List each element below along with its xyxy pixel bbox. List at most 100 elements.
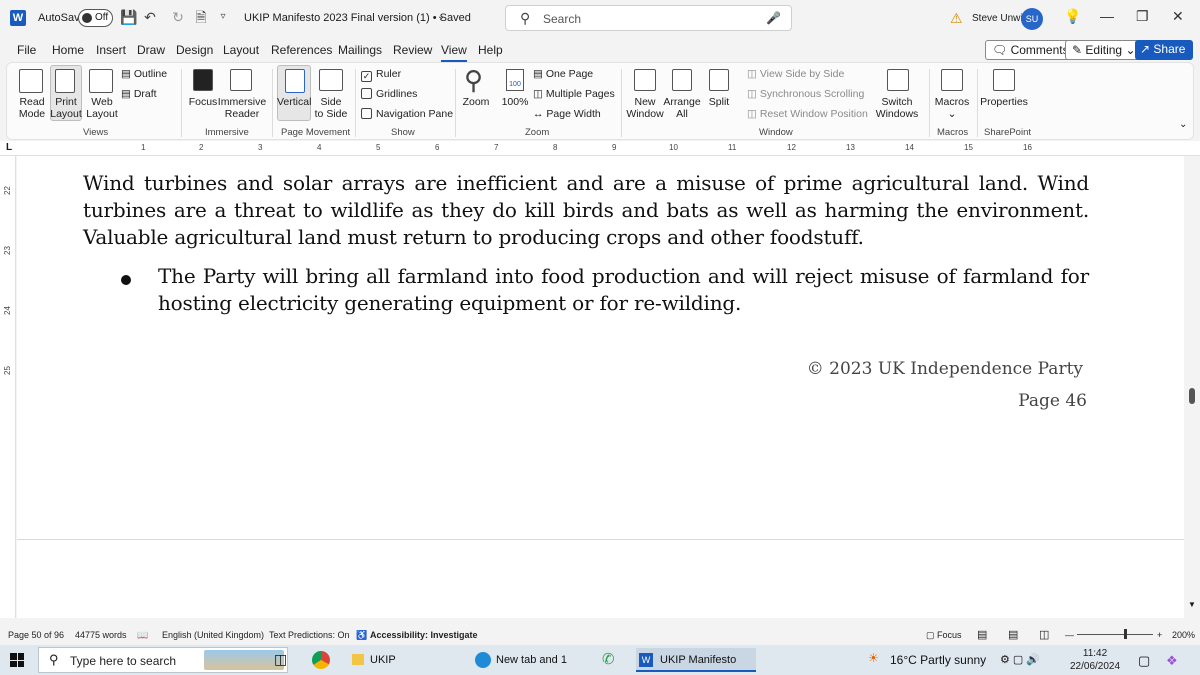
ruler-number: 2 <box>199 143 204 152</box>
clock[interactable]: 11:42 22/06/2024 <box>1070 647 1120 673</box>
notifications-icon[interactable]: ▢ <box>1138 653 1150 669</box>
vertical-scrollbar[interactable]: ▼ <box>1184 156 1200 618</box>
avatar[interactable]: SU <box>1021 8 1043 30</box>
customize-toolbar-icon[interactable]: ▿ <box>215 9 231 25</box>
ruler-checkbox[interactable]: ✓ Ruler <box>361 68 401 82</box>
switch-windows-button[interactable]: Switch Windows <box>869 96 925 120</box>
collapse-ribbon-icon[interactable]: ⌄ <box>1179 119 1187 130</box>
tab-layout[interactable]: Layout <box>223 43 259 57</box>
multiple-pages-button[interactable]: ◫ Multiple Pages <box>533 88 615 100</box>
gridlines-checkbox[interactable]: Gridlines <box>361 88 417 100</box>
chrome-icon[interactable] <box>312 651 330 669</box>
autosave-toggle[interactable]: Off <box>78 9 113 27</box>
tab-draw[interactable]: Draw <box>137 43 165 57</box>
switch-windows-label-2: Windows <box>875 108 919 120</box>
navigation-pane-checkbox[interactable]: Navigation Pane <box>361 108 453 120</box>
scroll-down-icon[interactable]: ▼ <box>1188 600 1196 609</box>
arrange-all-button[interactable]: Arrange All <box>662 96 702 120</box>
whatsapp-icon[interactable]: ✆ <box>602 650 615 668</box>
zoom-slider-thumb[interactable] <box>1124 629 1127 639</box>
microphone-icon[interactable]: 🎤 <box>766 11 781 25</box>
search-box[interactable]: ⚲ Search 🎤 <box>505 5 792 31</box>
taskbar-app-file-explorer[interactable]: UKIP <box>350 648 450 672</box>
chevron-down-icon[interactable]: ⌄ <box>437 11 445 22</box>
web-layout-view-icon[interactable]: ◫ <box>1039 628 1049 641</box>
print-layout-button[interactable]: Print Layout <box>49 96 83 120</box>
tab-mailings[interactable]: Mailings <box>338 43 382 57</box>
proofing-icon[interactable]: 📖 <box>137 630 148 641</box>
tab-insert[interactable]: Insert <box>96 43 126 57</box>
task-view-icon[interactable]: ◫ <box>274 651 287 668</box>
windows-start-icon[interactable] <box>10 653 24 667</box>
tab-review[interactable]: Review <box>393 43 432 57</box>
vertical-button[interactable]: Vertical <box>277 96 311 108</box>
group-views: Views <box>83 127 109 138</box>
bullet-paragraph[interactable]: The Party will bring all farmland into f… <box>158 263 1089 317</box>
restore-icon[interactable]: ❐ <box>1136 8 1149 25</box>
view-side-by-side-button[interactable]: ◫ View Side by Side <box>747 68 844 80</box>
text-predictions[interactable]: Text Predictions: On <box>269 630 350 640</box>
system-tray-icons[interactable]: ⚙ ▢ 🔊 <box>1000 653 1040 666</box>
read-mode-view-icon[interactable]: ▤ <box>977 628 987 641</box>
read-mode-button[interactable]: Read Mode <box>17 96 47 120</box>
group-macros: Macros <box>937 127 969 138</box>
close-icon[interactable]: ✕ <box>1172 8 1184 25</box>
taskbar-app-edge[interactable]: New tab and 1 mor... <box>473 648 591 672</box>
horizontal-ruler[interactable]: L 1 2 3 4 5 6 7 8 9 10 11 12 13 14 15 16 <box>0 141 1200 156</box>
body-paragraph[interactable]: Wind turbines and solar arrays are ineff… <box>83 170 1089 251</box>
scrollbar-thumb[interactable] <box>1189 388 1195 404</box>
weather-text[interactable]: 16°C Partly sunny <box>890 653 986 667</box>
vertical-ruler[interactable]: 22 23 24 25 <box>0 156 16 618</box>
zoom-in-icon[interactable]: + <box>1157 630 1162 640</box>
tab-help[interactable]: Help <box>478 43 503 57</box>
share-button[interactable]: ↗ Share <box>1135 40 1193 60</box>
checkbox-checked: ✓ <box>361 71 372 82</box>
zoom-button[interactable]: Zoom <box>459 96 493 108</box>
hundred-percent-button[interactable]: 100% <box>495 96 535 108</box>
zoom-level[interactable]: 200% <box>1172 630 1195 640</box>
draft-button[interactable]: ▤ Draft <box>121 88 157 100</box>
page-count[interactable]: Page 50 of 96 <box>8 630 64 640</box>
accessibility-status[interactable]: Accessibility: Investigate <box>370 630 478 640</box>
tab-references[interactable]: References <box>271 43 332 57</box>
zoom-out-icon[interactable]: — <box>1065 630 1074 640</box>
user-name[interactable]: Steve Unwin <box>972 13 1028 24</box>
zoom-slider[interactable] <box>1077 634 1153 635</box>
ribbon-view: Read Mode Print Layout Web Layout ▤ Outl… <box>6 62 1194 140</box>
taskbar-app-word[interactable]: W UKIP Manifesto 202... <box>636 648 756 672</box>
document-canvas[interactable]: Wind turbines and solar arrays are ineff… <box>17 156 1184 618</box>
tab-file[interactable]: File <box>17 43 36 57</box>
redo-icon[interactable]: ↻ <box>170 9 186 25</box>
minimize-icon[interactable]: — <box>1100 8 1114 24</box>
tab-home[interactable]: Home <box>52 43 84 57</box>
editing-button[interactable]: ✎ Editing ⌄ <box>1065 40 1143 60</box>
page-width-button[interactable]: ↔ Page Width <box>533 108 601 120</box>
synchronous-scrolling-button[interactable]: ◫ Synchronous Scrolling <box>747 88 864 100</box>
warning-icon[interactable]: ⚠ <box>950 10 963 27</box>
macros-button[interactable]: Macros ⌄ <box>931 96 973 120</box>
one-page-button[interactable]: ▤ One Page <box>533 68 593 80</box>
side-to-side-button[interactable]: Side to Side <box>311 96 351 120</box>
immersive-reader-button[interactable]: Immersive Reader <box>217 96 267 120</box>
properties-button[interactable]: Properties <box>979 96 1029 108</box>
web-layout-button[interactable]: Web Layout <box>85 96 119 120</box>
comments-button[interactable]: 🗨 Comments <box>985 40 1076 60</box>
language[interactable]: English (United Kingdom) <box>162 630 264 640</box>
reset-window-position-button[interactable]: ◫ Reset Window Position <box>747 108 868 120</box>
print-preview-icon[interactable]: 🗎 <box>193 9 209 25</box>
undo-icon[interactable]: ↶ <box>142 9 158 25</box>
save-icon[interactable]: 💾 <box>120 9 137 25</box>
new-window-button[interactable]: New Window <box>625 96 665 120</box>
split-button[interactable]: Split <box>703 96 735 108</box>
tab-view[interactable]: View <box>441 43 467 62</box>
lightbulb-icon[interactable]: 💡 <box>1064 8 1081 25</box>
tab-selector-icon[interactable]: L <box>6 142 12 153</box>
outline-button[interactable]: ▤ Outline <box>121 68 167 80</box>
taskbar-search[interactable]: ⚲ Type here to search <box>38 647 288 673</box>
tab-design[interactable]: Design <box>176 43 213 57</box>
print-layout-view-icon[interactable]: ▤ <box>1008 628 1018 641</box>
word-count[interactable]: 44775 words <box>75 630 127 640</box>
focus-button[interactable]: Focus <box>187 96 219 108</box>
copilot-icon[interactable]: ❖ <box>1166 653 1178 669</box>
focus-mode-button[interactable]: Focus <box>937 630 962 640</box>
